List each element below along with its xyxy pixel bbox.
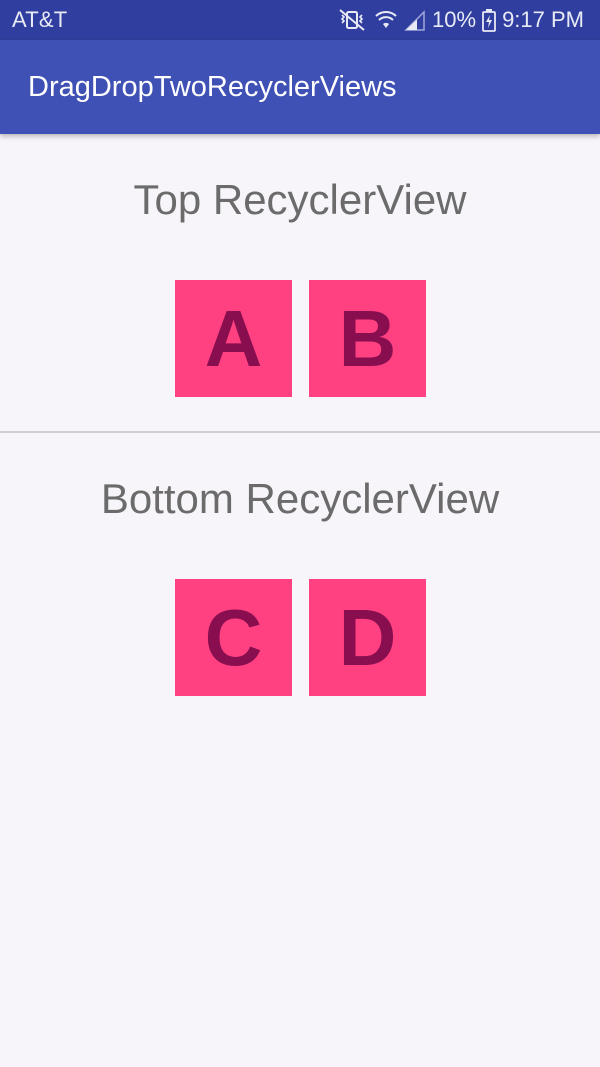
carrier-label: AT&T — [12, 7, 68, 32]
draggable-tile-b[interactable]: B — [309, 280, 426, 397]
status-bar: AT&T 10% 9:17 PM — [0, 0, 600, 40]
bottom-recyclerview-title: Bottom RecyclerView — [100, 475, 500, 522]
top-recyclerview-title: Top RecyclerView — [133, 176, 467, 223]
battery-charging-icon — [482, 8, 496, 32]
battery-percentage: 10% — [432, 7, 477, 32]
top-recyclerview-section: Top RecyclerView A B — [0, 134, 600, 431]
top-recyclerview[interactable]: A B — [175, 280, 426, 397]
status-indicators: 10% 9:17 PM — [336, 5, 584, 35]
draggable-tile-a[interactable]: A — [175, 280, 292, 397]
clock: 9:17 PM — [502, 7, 584, 32]
mute-vibrate-icon — [336, 8, 368, 32]
draggable-tile-c[interactable]: C — [175, 579, 292, 696]
app-bar: DragDropTwoRecyclerViews — [0, 40, 600, 134]
app-title: DragDropTwoRecyclerViews — [28, 71, 397, 103]
bottom-recyclerview-section: Bottom RecyclerView C D — [0, 433, 600, 733]
wifi-icon — [374, 8, 398, 32]
signal-icon — [404, 8, 426, 32]
draggable-tile-d[interactable]: D — [309, 579, 426, 696]
bottom-recyclerview[interactable]: C D — [175, 579, 426, 696]
